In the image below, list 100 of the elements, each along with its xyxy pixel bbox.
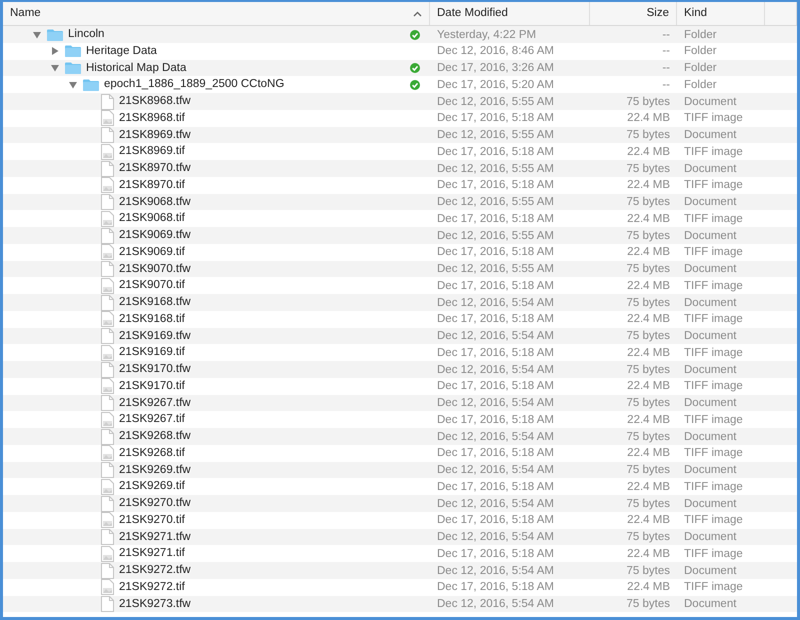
file-size: 22.4 MB (626, 312, 671, 328)
folder-icon (65, 45, 81, 58)
file-name[interactable]: 21SK8968.tif (119, 110, 420, 127)
date-modified: Dec 12, 2016, 5:55 AM (436, 228, 555, 244)
file-name[interactable]: 21SK8970.tif (119, 176, 420, 194)
file-name[interactable]: 21SK9268.tif (119, 444, 420, 462)
file-size: 75 bytes (626, 597, 671, 612)
file-size: 75 bytes (626, 228, 671, 244)
date-modified: Dec 17, 2016, 5:18 AM (436, 278, 555, 294)
file-name[interactable]: 21SK9168.tif (119, 310, 420, 328)
file-name[interactable]: 21SK9271.tfw (119, 528, 420, 546)
date-modified: Dec 17, 2016, 5:18 AM (436, 144, 555, 160)
file-kind: TIFF image (683, 513, 744, 528)
file-kind: Document (683, 396, 738, 412)
file-name[interactable]: 21SK8970.tfw (119, 160, 420, 178)
date-modified: Dec 17, 2016, 5:18 AM (436, 245, 555, 260)
sort-icon[interactable] (413, 10, 422, 16)
file-name[interactable]: 21SK9069.tfw (119, 227, 420, 244)
file-kind: TIFF image (683, 580, 744, 596)
file-size: 22.4 MB (626, 480, 671, 495)
date-modified: Dec 12, 2016, 5:54 AM (436, 362, 555, 378)
file-size: 75 bytes (626, 430, 671, 445)
column-header[interactable]: Kind (684, 4, 708, 22)
file-name[interactable]: 21SK9269.tfw (119, 462, 420, 479)
file-kind: TIFF image (683, 412, 744, 428)
file-size: 75 bytes (626, 195, 671, 210)
file-kind: TIFF image (683, 212, 744, 227)
file-size: 22.4 MB (626, 111, 671, 126)
date-modified: Dec 12, 2016, 5:54 AM (436, 463, 555, 478)
date-modified: Dec 12, 2016, 5:55 AM (436, 162, 555, 177)
file-size: 75 bytes (626, 362, 671, 378)
file-name[interactable]: 21SK9270.tif (119, 512, 420, 529)
file-name[interactable]: 21SK8969.tfw (119, 126, 420, 144)
file-kind: Document (683, 94, 738, 110)
file-name[interactable]: 21SK9267.tfw (119, 394, 420, 412)
file-size: -- (661, 61, 671, 76)
date-modified: Dec 17, 2016, 5:18 AM (436, 446, 555, 462)
column-header[interactable]: Size (646, 4, 669, 22)
date-modified: Dec 12, 2016, 5:54 AM (436, 597, 555, 612)
file-size: 22.4 MB (626, 379, 671, 394)
file-name[interactable]: 21SK9068.tif (119, 210, 420, 228)
file-kind: TIFF image (683, 480, 744, 495)
date-modified: Dec 12, 2016, 5:55 AM (436, 262, 555, 278)
file-name[interactable]: 21SK9069.tif (119, 244, 420, 261)
file-size: 75 bytes (626, 463, 671, 478)
folder-icon (47, 28, 63, 41)
folder-icon (83, 78, 99, 91)
file-kind: Folder (683, 78, 718, 93)
file-name[interactable]: 21SK9168.tfw (119, 294, 420, 312)
file-name[interactable]: 21SK9070.tif (119, 277, 420, 294)
file-size: -- (661, 44, 671, 60)
file-name[interactable]: 21SK9267.tif (119, 411, 420, 428)
file-name[interactable]: 21SK9269.tif (119, 478, 420, 496)
folder-icon (65, 62, 81, 74)
file-size: 75 bytes (626, 329, 671, 344)
file-size: 22.4 MB (626, 446, 671, 462)
file-kind: TIFF image (683, 346, 744, 361)
file-name[interactable]: 21SK8969.tif (119, 143, 420, 160)
file-kind: TIFF image (683, 245, 744, 260)
file-kind: Document (683, 195, 738, 210)
file-size: 75 bytes (626, 162, 671, 177)
file-name[interactable]: 21SK9273.tfw (119, 596, 420, 613)
file-name[interactable]: 21SK9272.tfw (119, 562, 420, 580)
file-kind: Folder (683, 61, 718, 76)
file-name[interactable]: Historical Map Data (86, 60, 410, 77)
column-header[interactable]: Date Modified (437, 4, 508, 22)
file-name[interactable]: 21SK9169.tif (119, 344, 420, 362)
date-modified: Dec 17, 2016, 5:18 AM (436, 111, 555, 126)
file-name[interactable]: epoch1_1886_1889_2500 CCtoNG (104, 76, 410, 94)
file-name[interactable]: 21SK8968.tfw (119, 93, 420, 110)
file-size: 22.4 MB (626, 245, 671, 260)
file-name[interactable]: 21SK9270.tfw (119, 495, 420, 512)
disclosure-triangle[interactable] (68, 80, 78, 90)
file-kind: TIFF image (683, 144, 744, 160)
file-size: 22.4 MB (626, 546, 671, 562)
file-name[interactable]: Heritage Data (86, 42, 410, 60)
disclosure-triangle[interactable] (50, 46, 60, 56)
file-size: 22.4 MB (626, 212, 671, 227)
file-name[interactable]: 21SK9170.tif (119, 378, 420, 395)
date-modified: Dec 17, 2016, 5:18 AM (436, 480, 555, 495)
file-name[interactable]: 21SK9271.tif (119, 545, 420, 562)
file-size: 75 bytes (626, 128, 671, 144)
file-size: 22.4 MB (626, 278, 671, 294)
column-header[interactable]: Name (10, 4, 41, 22)
file-name[interactable]: 21SK9268.tfw (119, 428, 420, 446)
file-name[interactable]: 21SK9068.tfw (119, 194, 420, 211)
file-size: 22.4 MB (626, 178, 671, 194)
file-name[interactable]: 21SK9070.tfw (119, 260, 420, 278)
file-kind: TIFF image (683, 446, 744, 462)
file-kind: Document (683, 597, 738, 612)
file-kind: Document (683, 463, 738, 478)
file-name[interactable]: 21SK9170.tfw (119, 361, 420, 378)
date-modified: Dec 17, 2016, 5:18 AM (436, 580, 555, 596)
file-name[interactable]: Lincoln (68, 26, 410, 44)
file-size: 75 bytes (626, 262, 671, 278)
file-name[interactable]: 21SK9272.tif (119, 578, 420, 596)
disclosure-triangle[interactable] (32, 30, 42, 40)
file-kind: Document (683, 128, 738, 144)
disclosure-triangle[interactable] (50, 63, 60, 74)
file-name[interactable]: 21SK9169.tfw (119, 328, 420, 345)
